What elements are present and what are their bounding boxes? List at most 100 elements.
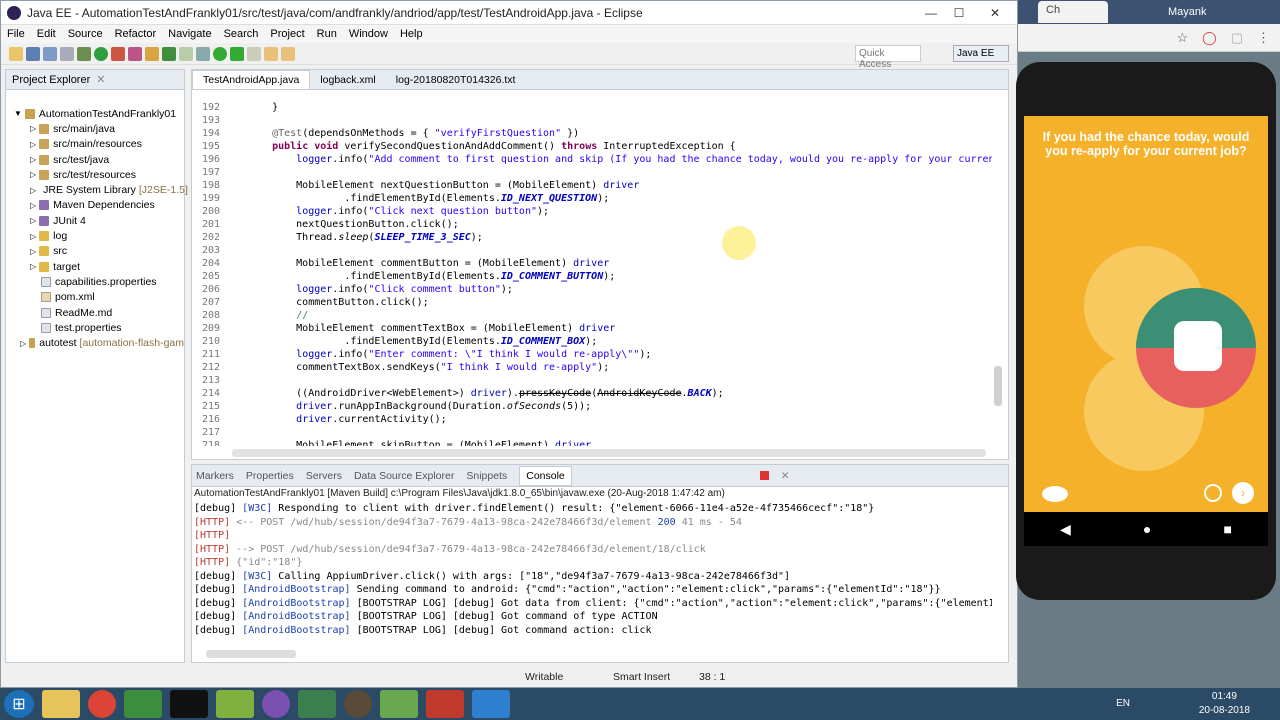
tree-item[interactable]: ▷ src/test/java — [6, 152, 184, 167]
eclipse-taskbar-icon[interactable] — [344, 690, 372, 718]
stop-server-icon[interactable] — [230, 46, 244, 61]
menu-window[interactable]: Window — [349, 28, 388, 40]
tab-properties[interactable]: Properties — [246, 470, 294, 482]
remove-launch-icon[interactable]: ✕ — [781, 470, 790, 482]
menu-source[interactable]: Source — [68, 28, 103, 40]
screen-capture-icon[interactable] — [472, 690, 510, 718]
tree-item[interactable]: pom.xml — [6, 290, 184, 305]
bookmark-star-icon[interactable]: ☆ — [1176, 30, 1188, 46]
tree-item-label: src/test/java — [53, 153, 110, 166]
tree-item[interactable]: ▷ src/main/resources — [6, 137, 184, 152]
menu-search[interactable]: Search — [224, 28, 259, 40]
project-explorer-title[interactable]: Project Explorer — [12, 74, 90, 86]
android-tool-icon[interactable] — [216, 690, 254, 718]
chrome-icon[interactable] — [88, 690, 116, 718]
new-java-project-icon[interactable] — [128, 46, 142, 61]
forward-icon[interactable] — [281, 46, 295, 61]
menu-refactor[interactable]: Refactor — [115, 28, 157, 40]
minimize-button[interactable]: — — [917, 4, 945, 22]
vertical-scrollbar[interactable] — [994, 366, 1002, 406]
tree-item[interactable]: test.properties — [6, 320, 184, 335]
menu-project[interactable]: Project — [270, 28, 304, 40]
media-player-icon[interactable] — [262, 690, 290, 718]
close-view-icon[interactable]: ✕ — [96, 73, 105, 86]
tab-servers[interactable]: Servers — [306, 470, 342, 482]
tree-item[interactable]: ▷ JRE System Library [J2SE-1.5] — [6, 182, 188, 197]
tab-console[interactable]: Console — [519, 465, 572, 486]
tab-log-file[interactable]: log-20180820T014326.txt — [386, 71, 526, 89]
terminal-icon[interactable] — [170, 690, 208, 718]
tree-root[interactable]: ▼ AutomationTestAndFrankly01 — [6, 106, 184, 121]
comment-bubble-icon[interactable] — [1042, 486, 1068, 502]
windows-taskbar: ⊞ EN 01:49 20-08-2018 — [0, 688, 1280, 720]
new-class-icon[interactable] — [162, 46, 176, 61]
menu-navigate[interactable]: Navigate — [168, 28, 211, 40]
save-all-icon[interactable] — [43, 46, 57, 61]
user-profile-label[interactable]: Mayank — [1168, 6, 1207, 18]
menu-file[interactable]: File — [7, 28, 25, 40]
library-icon — [39, 200, 50, 211]
perspective-java-ee-button[interactable]: Java EE — [953, 45, 1009, 62]
debug-icon[interactable] — [77, 46, 91, 61]
tree-item[interactable]: ▷ src/test/resources — [6, 167, 184, 182]
menu-icon[interactable]: ⋮ — [1257, 30, 1270, 46]
android-sdk-icon[interactable] — [298, 690, 336, 718]
menu-help[interactable]: Help — [400, 28, 423, 40]
close-button[interactable]: ✕ — [973, 3, 1017, 22]
phone-screen[interactable]: If you had the chance today, would you r… — [1024, 116, 1268, 526]
tree-item[interactable]: ReadMe.md — [6, 305, 184, 320]
console-hscrollbar[interactable] — [206, 650, 296, 658]
open-type-icon[interactable] — [179, 46, 193, 61]
tab-testandroidapp[interactable]: TestAndroidApp.java — [192, 70, 311, 89]
code-line: MobileElement skipButton = (MobileElemen… — [248, 440, 592, 446]
excel-icon[interactable] — [124, 690, 162, 718]
file-explorer-icon[interactable] — [42, 690, 80, 718]
tab-markers[interactable]: Markers — [196, 470, 234, 482]
annotation-icon[interactable] — [247, 46, 261, 61]
console-output[interactable]: [debug] [W3C] Responding to client with … — [192, 503, 992, 635]
tab-snippets[interactable]: Snippets — [466, 470, 507, 482]
tree-item[interactable]: capabilities.properties — [6, 274, 184, 289]
new-icon[interactable] — [9, 46, 23, 61]
tree-item[interactable]: ▷ log — [6, 228, 184, 243]
maximize-button[interactable]: ☐ — [945, 4, 973, 22]
quick-access-input[interactable]: Quick Access — [855, 45, 921, 70]
skip-face-icon[interactable] — [1204, 484, 1222, 502]
menu-run[interactable]: Run — [317, 28, 337, 40]
console-view: Markers Properties Servers Data Source E… — [191, 464, 1009, 663]
start-button-icon[interactable]: ⊞ — [4, 690, 34, 718]
nav-home-icon[interactable]: ● — [1143, 521, 1151, 537]
tree-item[interactable]: ▷ autotest [automation-flash-gam — [6, 335, 184, 350]
save-icon[interactable] — [26, 46, 40, 61]
tree-item[interactable]: ▷ src — [6, 244, 184, 259]
server-icon[interactable] — [213, 46, 227, 61]
tree-item[interactable]: ▷ Maven Dependencies — [6, 198, 184, 213]
extension-icon[interactable]: ▢ — [1231, 30, 1243, 46]
tree-item[interactable]: ▷ src/main/java — [6, 121, 184, 136]
pdf-reader-icon[interactable] — [426, 690, 464, 718]
tree-item[interactable]: ▷ JUnit 4 — [6, 213, 184, 228]
nav-recents-icon[interactable]: ■ — [1223, 521, 1231, 537]
chrome-tab[interactable]: Ch — [1038, 1, 1108, 23]
horizontal-scrollbar[interactable] — [232, 449, 986, 457]
tree-item[interactable]: ▷ target — [6, 259, 184, 274]
run-icon[interactable] — [94, 46, 108, 61]
search-icon[interactable] — [196, 46, 210, 61]
code-area[interactable]: 192 193 194 195 196 197 198 199 200 201 … — [192, 102, 992, 446]
package-folder-icon — [39, 154, 50, 165]
terminate-icon[interactable] — [759, 471, 769, 480]
new-package-icon[interactable] — [145, 46, 159, 61]
system-clock[interactable]: 01:49 20-08-2018 — [1199, 690, 1250, 718]
print-icon[interactable] — [60, 46, 74, 61]
notepad-icon[interactable] — [380, 690, 418, 718]
menu-edit[interactable]: Edit — [37, 28, 56, 40]
collapse-arrow-icon[interactable]: ▼ — [14, 109, 22, 118]
opera-icon[interactable]: ◯ — [1202, 30, 1217, 46]
next-arrow-button[interactable]: › — [1232, 482, 1254, 504]
language-indicator[interactable]: EN — [1116, 698, 1130, 709]
external-tools-icon[interactable] — [111, 46, 125, 61]
back-icon[interactable] — [264, 46, 278, 61]
tab-logback[interactable]: logback.xml — [310, 71, 385, 89]
tab-data-source-explorer[interactable]: Data Source Explorer — [354, 470, 454, 482]
nav-back-icon[interactable]: ◀ — [1060, 521, 1071, 538]
